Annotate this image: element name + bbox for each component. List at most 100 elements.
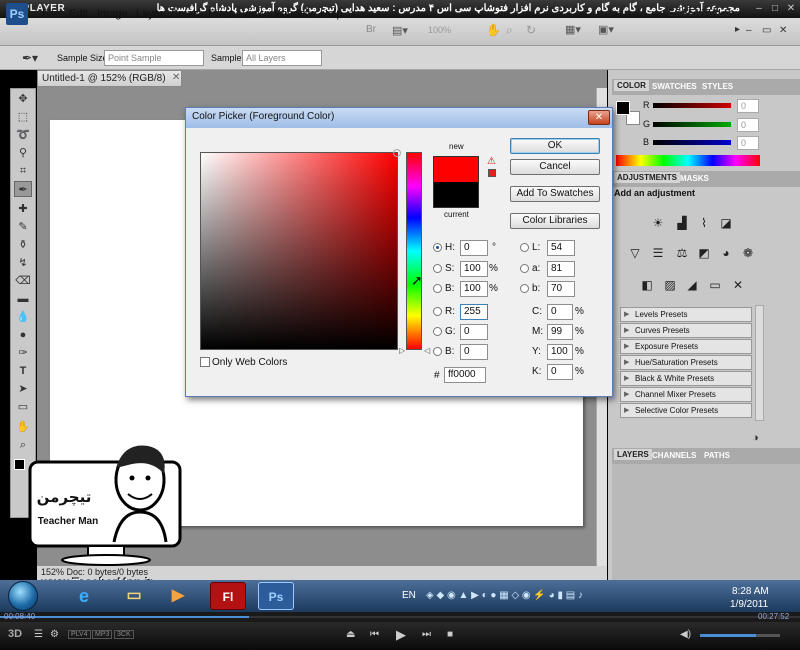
tab-color[interactable]: COLOR	[614, 80, 649, 91]
green-radio[interactable]	[433, 327, 442, 336]
saturation-brightness-field[interactable]	[200, 152, 398, 350]
menu-filter[interactable]: Filter	[208, 8, 232, 20]
saturation-radio[interactable]	[433, 264, 442, 273]
lab-b-input[interactable]: 70	[547, 281, 575, 297]
preset-curves[interactable]: Curves Presets	[620, 323, 752, 338]
history-brush-tool-icon[interactable]: ↯	[14, 255, 32, 271]
menu-file[interactable]: File	[42, 8, 60, 20]
document-close-icon[interactable]: ✕	[172, 72, 180, 83]
player-settings-icon[interactable]: ☰	[34, 629, 43, 640]
green-input[interactable]: 0	[460, 324, 488, 340]
preset-black-white[interactable]: Black & White Presets	[620, 371, 752, 386]
zoom-level[interactable]: 100%	[428, 25, 451, 35]
slider-g-value[interactable]: 0	[737, 118, 759, 132]
saturation-input[interactable]: 100	[460, 261, 488, 277]
clip-to-layer-icon[interactable]: ◑	[752, 432, 759, 444]
hue-slider-strip[interactable]	[406, 152, 422, 350]
player-seekbar[interactable]	[0, 612, 800, 622]
marquee-tool-icon[interactable]: ⬚	[14, 109, 32, 125]
black-white-icon[interactable]: ◩	[694, 244, 714, 262]
lab-a-radio[interactable]	[520, 264, 529, 273]
blue-radio[interactable]	[433, 347, 442, 356]
brightness-input[interactable]: 100	[460, 281, 488, 297]
player-stop-icon[interactable]: ■	[447, 629, 453, 640]
preset-hue-saturation[interactable]: Hue/Saturation Presets	[620, 355, 752, 370]
tab-swatches[interactable]: SWATCHES	[652, 82, 697, 91]
add-to-swatches-button[interactable]: Add To Swatches	[510, 186, 600, 202]
hue-radio[interactable]	[433, 243, 442, 252]
cyan-input[interactable]: 0	[547, 304, 573, 320]
menu-select[interactable]: Select	[171, 8, 202, 20]
player-previous-icon[interactable]: ⏮	[370, 629, 379, 640]
player-play-icon[interactable]: ▶	[396, 627, 406, 643]
lab-b-radio[interactable]	[520, 284, 529, 293]
panel-foreground-swatch[interactable]	[616, 101, 630, 115]
dodge-tool-icon[interactable]: ●	[14, 327, 32, 343]
screen-mode-icon[interactable]: ▣▾	[598, 23, 614, 36]
sample-size-select[interactable]: Point Sample	[104, 50, 204, 66]
slider-b-value[interactable]: 0	[737, 136, 759, 150]
preset-levels[interactable]: Levels Presets	[620, 307, 752, 322]
gamut-correction-swatch[interactable]	[488, 169, 496, 177]
start-button[interactable]	[8, 581, 38, 611]
ps-close-icon[interactable]: ✕	[779, 25, 787, 36]
taskbar-flash-icon[interactable]: Fl	[210, 582, 246, 610]
slider-r-value[interactable]: 0	[737, 99, 759, 113]
rotate-view-icon[interactable]: ↻	[526, 23, 536, 37]
blue-input[interactable]: 0	[460, 344, 488, 360]
ps-restore-icon[interactable]: ▭	[762, 25, 771, 36]
selective-color-icon[interactable]: ✕	[728, 276, 748, 294]
quick-selection-tool-icon[interactable]: ⚲	[14, 145, 32, 161]
posterize-icon[interactable]: ▨	[660, 276, 680, 294]
slider-g-track[interactable]	[653, 122, 731, 127]
yellow-input[interactable]: 100	[547, 344, 573, 360]
menu-image[interactable]: Image	[97, 8, 128, 20]
lab-l-input[interactable]: 54	[547, 240, 575, 256]
player-3d-mode[interactable]: 3D	[8, 628, 22, 640]
channel-mixer-icon[interactable]: ❁	[738, 244, 758, 262]
color-spectrum-bar[interactable]	[616, 155, 760, 166]
hue-slider-left-arrow[interactable]: ▷	[399, 346, 405, 355]
player-maximize-icon[interactable]: □	[768, 2, 782, 16]
color-field-cursor[interactable]	[393, 149, 401, 157]
lab-a-input[interactable]: 81	[547, 261, 575, 277]
taskbar-media-icon[interactable]: ▶	[160, 582, 196, 610]
preset-exposure[interactable]: Exposure Presets	[620, 339, 752, 354]
tab-channels[interactable]: CHANNELS	[652, 451, 696, 460]
sample-select[interactable]: All Layers	[242, 50, 322, 66]
red-input[interactable]: 255	[460, 304, 488, 320]
path-selection-tool-icon[interactable]: ➤	[14, 381, 32, 397]
brush-tool-icon[interactable]: ✎	[14, 219, 32, 235]
ok-button[interactable]: OK	[510, 138, 600, 154]
clock-time[interactable]: 8:28 AM	[732, 586, 769, 597]
only-web-colors-checkbox[interactable]	[200, 357, 210, 367]
eyedropper-tool-icon[interactable]: ✒	[14, 181, 32, 197]
brightness-radio[interactable]	[433, 284, 442, 293]
view-extras-icon[interactable]: ▤▾	[392, 24, 408, 37]
healing-brush-tool-icon[interactable]: ✚	[14, 201, 32, 217]
clone-stamp-tool-icon[interactable]: ⚱	[14, 237, 32, 253]
clock-date[interactable]: 1/9/2011	[730, 599, 768, 610]
preset-selective-color[interactable]: Selective Color Presets	[620, 403, 752, 418]
hand-tool-icon[interactable]: ✋	[486, 23, 501, 37]
player-volume-icon[interactable]: ◀)	[680, 629, 691, 640]
tab-paths[interactable]: PATHS	[704, 451, 730, 460]
hex-input[interactable]: ff0000	[444, 367, 486, 383]
menu-window[interactable]: Window	[274, 8, 313, 20]
tab-masks[interactable]: MASKS	[680, 174, 709, 183]
zoom-tool-icon[interactable]: ⌕	[506, 23, 513, 38]
color-libraries-button[interactable]: Color Libraries	[510, 213, 600, 229]
eraser-tool-icon[interactable]: ⌫	[14, 273, 32, 289]
taskbar-ie-icon[interactable]: e	[66, 582, 102, 610]
taskbar-photoshop-icon[interactable]: Ps	[258, 582, 294, 610]
tab-styles[interactable]: STYLES	[702, 82, 733, 91]
menu-view[interactable]: View	[242, 8, 266, 20]
invert-icon[interactable]: ◧	[637, 276, 657, 294]
language-indicator[interactable]: EN	[402, 590, 416, 601]
ps-minimize-icon[interactable]: –	[746, 25, 752, 36]
tab-layers[interactable]: LAYERS	[614, 449, 652, 460]
gradient-map-icon[interactable]: ▭	[705, 276, 725, 294]
workspace-switcher[interactable]: ESSENTIALS	[668, 8, 731, 19]
brightness-contrast-icon[interactable]: ☀	[648, 214, 668, 232]
vibrance-icon[interactable]: ▽	[625, 244, 645, 262]
